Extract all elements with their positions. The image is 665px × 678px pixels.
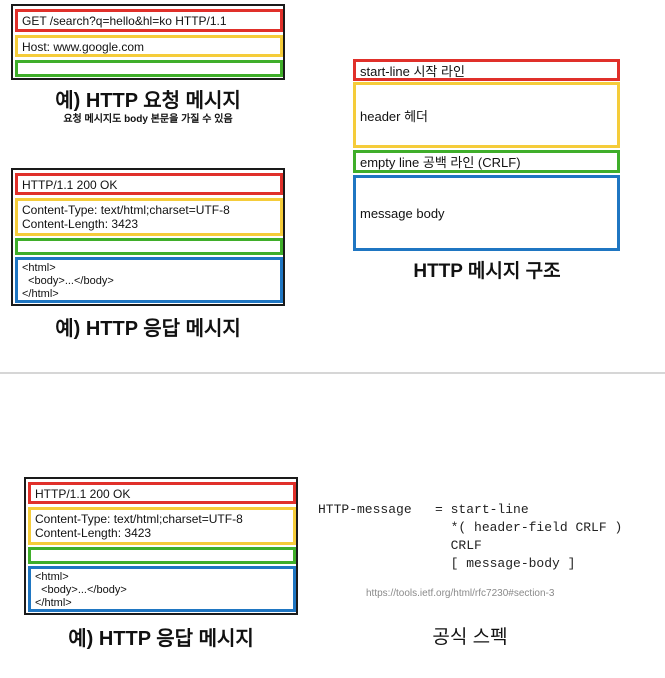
response-empty-line [15, 238, 283, 255]
response-2-caption: 예) HTTP 응답 메시지 [68, 628, 254, 650]
structure-message-body: message body [353, 175, 620, 251]
spec-grammar: HTTP-message = start-line *( header-fiel… [318, 502, 623, 571]
response-message-frame: HTTP/1.1 200 OK Content-Type: text/html;… [11, 168, 285, 306]
response-start-line: HTTP/1.1 200 OK [15, 173, 283, 195]
response-2-empty-line [28, 547, 296, 564]
request-start-line: GET /search?q=hello&hl=ko HTTP/1.1 [15, 9, 283, 32]
section-divider [0, 372, 665, 374]
response-headers: Content-Type: text/html;charset=UTF-8 Co… [15, 198, 283, 236]
spec-url[interactable]: https://tools.ietf.org/html/rfc7230#sect… [366, 588, 554, 599]
response-message-frame-2: HTTP/1.1 200 OK Content-Type: text/html;… [24, 477, 298, 615]
response-2-headers: Content-Type: text/html;charset=UTF-8 Co… [28, 507, 296, 545]
response-2-body: <html> <body>...</body> </html> [28, 566, 296, 612]
request-body-note: 요청 메시지도 body 본문을 가질 수 있음 [63, 114, 233, 125]
structure-empty-line: empty line 공백 라인 (CRLF) [353, 150, 620, 173]
spec-caption: 공식 스펙 [432, 627, 508, 648]
structure-caption: HTTP 메시지 구조 [413, 261, 561, 282]
structure-start-line: start-line 시작 라인 [353, 59, 620, 81]
response-body: <html> <body>...</body> </html> [15, 257, 283, 303]
request-message-frame: GET /search?q=hello&hl=ko HTTP/1.1 Host:… [11, 4, 285, 80]
request-header: Host: www.google.com [15, 35, 283, 57]
request-caption: 예) HTTP 요청 메시지 [55, 90, 241, 112]
response-2-start-line: HTTP/1.1 200 OK [28, 482, 296, 504]
structure-header: header 헤더 [353, 82, 620, 148]
request-empty-line [15, 60, 283, 77]
response-caption: 예) HTTP 응답 메시지 [55, 318, 241, 340]
